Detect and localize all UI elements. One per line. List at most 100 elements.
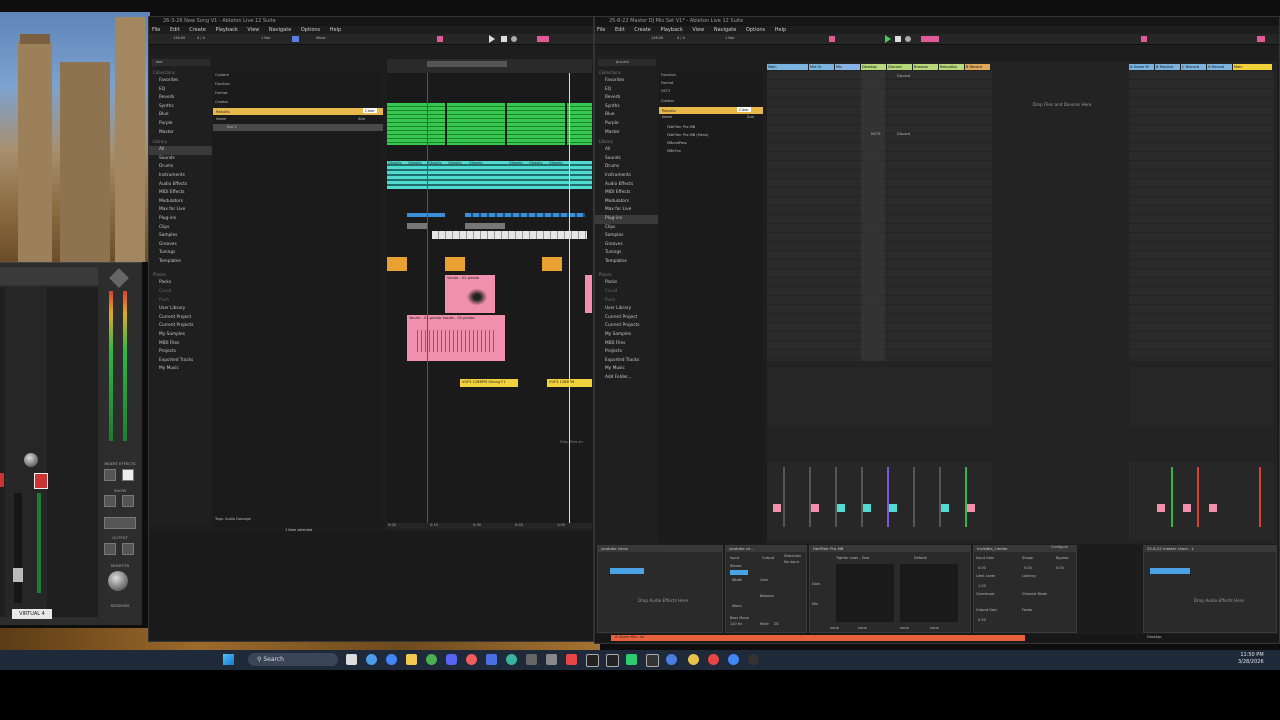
clear-button[interactable]: Clear	[363, 108, 377, 113]
return-number-b[interactable]	[1157, 504, 1165, 512]
uad-output-button-2[interactable]	[122, 543, 134, 555]
collection-eq[interactable]: EQ	[595, 86, 658, 95]
return-clip-slots[interactable]	[1129, 71, 1274, 361]
library-clips[interactable]: Clips	[149, 224, 212, 233]
device-youtube-chain-left[interactable]: youtube chain Drop Audio Effects Here	[597, 545, 723, 633]
menu-create[interactable]: Create	[189, 27, 206, 33]
record-icon[interactable]	[511, 36, 517, 42]
collection-purple[interactable]: Purple	[595, 120, 658, 129]
app-icon-grey[interactable]	[526, 654, 537, 665]
chrome-profile-icon[interactable]	[426, 654, 437, 665]
track-number-7[interactable]	[941, 504, 949, 512]
track-number-1[interactable]	[773, 504, 781, 512]
menu-navigate[interactable]: Navigate	[269, 27, 291, 33]
place-current-project[interactable]: Current Project	[595, 314, 658, 323]
return-number-d[interactable]	[1209, 504, 1217, 512]
return-header-b[interactable]: B Monitor	[1155, 64, 1180, 70]
uad-insert-button-2[interactable]	[122, 469, 134, 481]
menu-options[interactable]: Options	[746, 27, 765, 33]
track-header-mid[interactable]: Mid Gr	[809, 64, 834, 70]
midi-clip-lane[interactable]	[387, 103, 592, 145]
library-instruments[interactable]: Instruments	[595, 172, 658, 181]
place-push[interactable]: Push	[149, 297, 212, 306]
time-ruler-bottom[interactable]: 0:00 0:15 0:30 0:45 1:00	[387, 523, 592, 529]
quantize-display[interactable]: 1 Bar	[725, 36, 734, 40]
audio-clip-grey-1[interactable]	[407, 223, 427, 229]
filter-vst3[interactable]: VST3	[661, 89, 670, 93]
master-header[interactable]: Main	[1233, 64, 1272, 70]
place-packs[interactable]: Packs	[595, 279, 658, 288]
clip-discord-2[interactable]: Discord	[897, 132, 910, 136]
place-user-library[interactable]: User Library	[149, 305, 212, 314]
library-drums[interactable]: Drums	[595, 163, 658, 172]
place-my-music[interactable]: My Music	[149, 365, 212, 374]
collection-reverb[interactable]: Reverb	[149, 94, 212, 103]
library-templates[interactable]: Templates	[595, 258, 658, 267]
result-item[interactable]: FabFilter Pro-MB (Mono)	[667, 133, 709, 137]
uad-setup-button[interactable]	[104, 517, 136, 529]
return-header-c[interactable]: C Discord	[1181, 64, 1206, 70]
app-icon-screen[interactable]	[546, 654, 557, 665]
menu-view[interactable]: View	[247, 27, 259, 33]
result-item[interactable]: MBitFun	[667, 149, 681, 153]
library-grooves[interactable]: Grooves	[595, 241, 658, 250]
place-my-samples[interactable]: My Samples	[595, 331, 658, 340]
track-header-main[interactable]: Main	[767, 64, 808, 70]
audio-clip-grey-2[interactable]	[465, 223, 505, 229]
size-column-header[interactable]: Size	[747, 115, 754, 119]
discord-icon[interactable]	[446, 654, 457, 665]
menu-help[interactable]: Help	[775, 27, 786, 33]
track-header-browser[interactable]: Browser	[913, 64, 938, 70]
place-add-folder[interactable]: Add Folder...	[595, 374, 658, 383]
app-icon-green[interactable]	[626, 654, 637, 665]
place-cloud[interactable]: Cloud	[595, 288, 658, 297]
configure-button[interactable]: Configure	[1051, 545, 1068, 549]
ableton-icon-1[interactable]	[586, 654, 599, 667]
track-number-3[interactable]	[837, 504, 845, 512]
name-column-header[interactable]: Name	[216, 117, 226, 121]
place-user-library[interactable]: User Library	[595, 305, 658, 314]
uad-monitor-knob[interactable]	[108, 571, 128, 591]
uad-output-button-1[interactable]	[104, 543, 116, 555]
app-icon-blue[interactable]	[486, 654, 497, 665]
orange-clip-2[interactable]	[445, 257, 465, 271]
clip-discord-1[interactable]: Discord	[897, 74, 910, 78]
place-projects[interactable]: Projects	[149, 348, 212, 357]
menu-edit[interactable]: Edit	[170, 27, 180, 33]
play-icon[interactable]	[885, 35, 891, 43]
app-icon-red-2[interactable]	[708, 654, 719, 665]
library-samples[interactable]: Samples	[595, 232, 658, 241]
app-icon-teal[interactable]	[506, 654, 517, 665]
quantize-display[interactable]: 1 Bar	[261, 36, 270, 40]
filter-format[interactable]: Format	[661, 81, 673, 85]
filter-function[interactable]: Function	[215, 82, 230, 86]
ableton-icon-2[interactable]	[606, 654, 619, 667]
library-all[interactable]: All	[149, 146, 212, 155]
chrome-icon[interactable]	[386, 654, 397, 665]
taskbar-search[interactable]: ⚲ Search	[248, 653, 338, 666]
meter-display[interactable]: 4 / 4	[677, 36, 685, 40]
uad-show-button-2[interactable]	[122, 495, 134, 507]
record-icon[interactable]	[905, 36, 911, 42]
browser-search-input[interactable]: eve	[152, 59, 210, 66]
place-projects[interactable]: Projects	[595, 348, 658, 357]
library-max-for-live[interactable]: Max for Live	[149, 206, 212, 215]
device-fabfilter-pro-mb[interactable]: FabFilter Pro-MB Tighter Lows - Zeal Gai…	[809, 545, 971, 633]
media-play-icon[interactable]	[748, 654, 759, 665]
orange-clip-3[interactable]	[542, 257, 562, 271]
place-current-projects[interactable]: Current Projects	[595, 322, 658, 331]
menu-playback[interactable]: Playback	[215, 27, 237, 33]
collection-synths[interactable]: Synths	[149, 103, 212, 112]
library-instruments[interactable]: Instruments	[149, 172, 212, 181]
library-templates[interactable]: Templates	[149, 258, 212, 267]
collection-synths[interactable]: Synths	[595, 103, 658, 112]
library-audio-effects[interactable]: Audio Effects	[595, 181, 658, 190]
clear-button[interactable]: Clear	[737, 107, 751, 112]
status-track-bar[interactable]: A Game Mix - to	[611, 635, 1025, 641]
track-number-4[interactable]	[863, 504, 871, 512]
place-exported-tracks[interactable]: Exported Tracks	[595, 357, 658, 366]
filter-content[interactable]: Content	[215, 73, 229, 77]
result-row[interactable]: Eve 2	[213, 124, 383, 131]
library-plugins[interactable]: Plug-ins	[149, 215, 212, 224]
track-header-discord[interactable]: Discord	[887, 64, 912, 70]
